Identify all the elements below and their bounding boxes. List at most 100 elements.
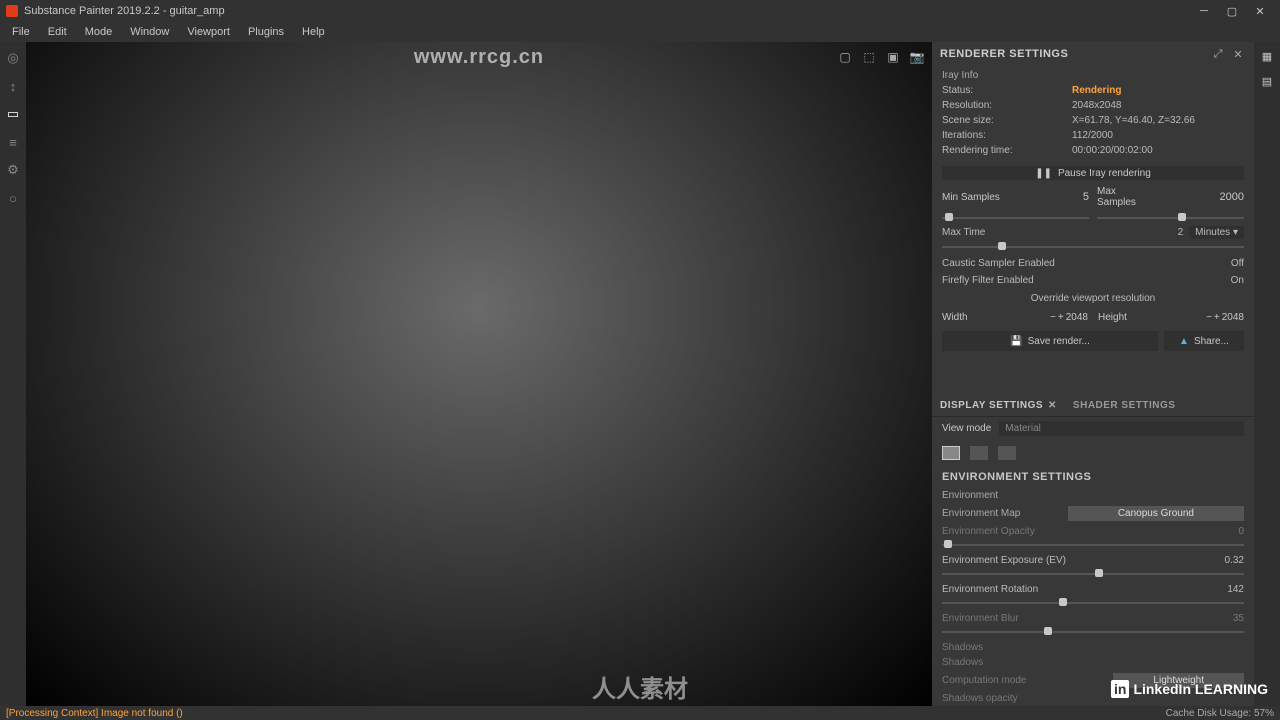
comp-mode-label: Computation mode <box>942 675 1027 686</box>
status-error-text: [Processing Context] Image not found () <box>6 708 183 719</box>
minimize-button[interactable]: ─ <box>1190 0 1218 22</box>
renderer-settings-title: RENDERER SETTINGS <box>940 48 1206 60</box>
right-panel: RENDERER SETTINGS ⤢ ✕ Iray Info Status: … <box>932 42 1254 706</box>
min-samples-slider[interactable] <box>942 212 1089 222</box>
center-watermark: 人人素材 <box>592 669 688 704</box>
viewport-camera-icon[interactable]: ▣ <box>884 48 902 66</box>
menu-window[interactable]: Window <box>122 24 177 40</box>
panel-undock-icon[interactable]: ⤢ <box>1210 46 1226 62</box>
viewport-display-icon[interactable]: ▢ <box>836 48 854 66</box>
samples-row: Min Samples 5 Max Samples 2000 <box>932 184 1254 210</box>
status-value: Rendering <box>1072 85 1244 96</box>
view-mode-field[interactable]: Material <box>999 421 1244 436</box>
share-icon: ▲ <box>1179 336 1189 347</box>
render-time-label: Rendering time: <box>942 145 1072 156</box>
viewport-cube-icon[interactable]: ⬚ <box>860 48 878 66</box>
env-exposure-slider[interactable] <box>942 568 1244 578</box>
max-samples-label: Max Samples <box>1097 186 1157 208</box>
menu-plugins[interactable]: Plugins <box>240 24 292 40</box>
view-mode-label: View mode <box>942 423 991 434</box>
tool-settings-icon[interactable]: ⚙ <box>5 162 21 178</box>
close-button[interactable]: ✕ <box>1246 0 1274 22</box>
env-blur-label: Environment Blur <box>942 613 1204 624</box>
caustic-label: Caustic Sampler Enabled <box>942 258 1055 269</box>
viewport-snapshot-icon[interactable]: 📷 <box>908 48 926 66</box>
max-time-slider[interactable] <box>942 241 1244 251</box>
menu-help[interactable]: Help <box>294 24 333 40</box>
caustic-row[interactable]: Caustic Sampler Enabled Off <box>932 255 1254 272</box>
tool-move-icon[interactable]: ↕ <box>5 78 21 94</box>
app-title: Substance Painter 2019.2.2 - guitar_amp <box>24 5 1190 17</box>
viewport-mode-icons: ▢ ⬚ ▣ 📷 <box>836 48 926 66</box>
scene-size-value: X=61.78, Y=46.40, Z=32.66 <box>1072 115 1244 126</box>
height-label: Height <box>1098 312 1127 323</box>
dimensions-row: Width −+2048 Height −+2048 <box>932 308 1254 327</box>
tool-target-icon[interactable]: ◎ <box>5 50 21 66</box>
render-actions-row: 💾 Save render... ▲ Share... <box>932 327 1254 355</box>
env-opacity-slider[interactable] <box>942 539 1244 549</box>
display-mode-1-icon[interactable] <box>942 446 960 460</box>
maximize-button[interactable]: ▢ <box>1218 0 1246 22</box>
title-bar: Substance Painter 2019.2.2 - guitar_amp … <box>0 0 1280 22</box>
width-spinner[interactable]: −+2048 <box>1050 312 1088 323</box>
tab-display-settings[interactable]: DISPLAY SETTINGS ✕ <box>932 395 1065 416</box>
max-time-row: Max Time 2 Minutes ▾ <box>932 224 1254 241</box>
display-mode-2-icon[interactable] <box>970 446 988 460</box>
max-samples-value: 2000 <box>1220 191 1244 203</box>
display-mode-3-icon[interactable] <box>998 446 1016 460</box>
iterations-value: 112/2000 <box>1072 130 1244 141</box>
height-spinner[interactable]: −+2048 <box>1206 312 1244 323</box>
time-unit-dropdown[interactable]: Minutes ▾ <box>1189 226 1244 239</box>
env-rotation-value: 142 <box>1204 584 1244 595</box>
shadows-title: Shadows <box>932 640 1254 655</box>
right-panel-icon-2[interactable]: ▤ <box>1262 75 1272 88</box>
iray-info-grid: Status: Rendering Resolution: 2048x2048 … <box>932 83 1254 162</box>
tool-circle-icon[interactable]: ○ <box>5 190 21 206</box>
max-time-value: 2 <box>1143 227 1183 238</box>
iterations-label: Iterations: <box>942 130 1072 141</box>
max-samples-slider[interactable] <box>1097 212 1244 222</box>
pause-icon: ❚❚ <box>1035 168 1052 179</box>
viewport-3d[interactable]: www.rrcg.cn ▢ ⬚ ▣ 📷 <box>26 42 932 706</box>
environment-settings-title: ENVIRONMENT SETTINGS <box>932 466 1254 488</box>
tool-select-icon[interactable]: ▭ <box>5 106 21 122</box>
env-opacity-label: Environment Opacity <box>942 526 1035 537</box>
menu-file[interactable]: File <box>4 24 38 40</box>
max-time-label: Max Time <box>942 227 1032 238</box>
env-blur-slider[interactable] <box>942 626 1244 636</box>
share-button[interactable]: ▲ Share... <box>1164 331 1244 351</box>
status-label: Status: <box>942 85 1072 96</box>
env-map-value[interactable]: Canopus Ground <box>1068 506 1244 521</box>
menu-mode[interactable]: Mode <box>77 24 121 40</box>
render-preview <box>186 102 826 662</box>
env-opacity-row: Environment Opacity 0 <box>932 524 1254 539</box>
firefly-row[interactable]: Firefly Filter Enabled On <box>932 272 1254 289</box>
firefly-label: Firefly Filter Enabled <box>942 275 1034 286</box>
env-opacity-value: 0 <box>1204 526 1244 537</box>
cache-usage: Cache Disk Usage: 57% <box>1166 708 1274 719</box>
env-rotation-row: Environment Rotation 142 <box>932 582 1254 597</box>
env-rotation-label: Environment Rotation <box>942 584 1204 595</box>
width-label: Width <box>942 312 968 323</box>
left-toolbar: ◎ ↕ ▭ ≡ ⚙ ○ <box>0 42 26 706</box>
render-time-value: 00:00:20/00:02:00 <box>1072 145 1244 156</box>
view-mode-row: View mode Material <box>932 417 1254 440</box>
panel-close-icon[interactable]: ✕ <box>1230 46 1246 62</box>
samples-sliders <box>932 210 1254 224</box>
main-area: ◎ ↕ ▭ ≡ ⚙ ○ www.rrcg.cn ▢ ⬚ ▣ 📷 RENDERER… <box>0 42 1280 706</box>
tool-layers-icon[interactable]: ≡ <box>5 134 21 150</box>
tab-shader-settings[interactable]: SHADER SETTINGS <box>1065 395 1184 416</box>
env-rotation-slider[interactable] <box>942 597 1244 607</box>
display-mode-icons <box>932 440 1254 466</box>
save-render-button[interactable]: 💾 Save render... <box>942 331 1158 351</box>
env-map-label: Environment Map <box>942 508 1020 519</box>
override-resolution-label: Override viewport resolution <box>932 289 1254 308</box>
env-blur-row: Environment Blur 35 <box>932 611 1254 626</box>
env-exposure-value: 0.32 <box>1204 555 1244 566</box>
min-samples-value: 5 <box>1083 191 1089 203</box>
close-icon[interactable]: ✕ <box>1048 400 1057 411</box>
right-panel-icon-1[interactable]: ▦ <box>1262 50 1272 63</box>
menu-viewport[interactable]: Viewport <box>179 24 238 40</box>
pause-render-button[interactable]: ❚❚ Pause Iray rendering <box>942 166 1244 180</box>
menu-edit[interactable]: Edit <box>40 24 75 40</box>
